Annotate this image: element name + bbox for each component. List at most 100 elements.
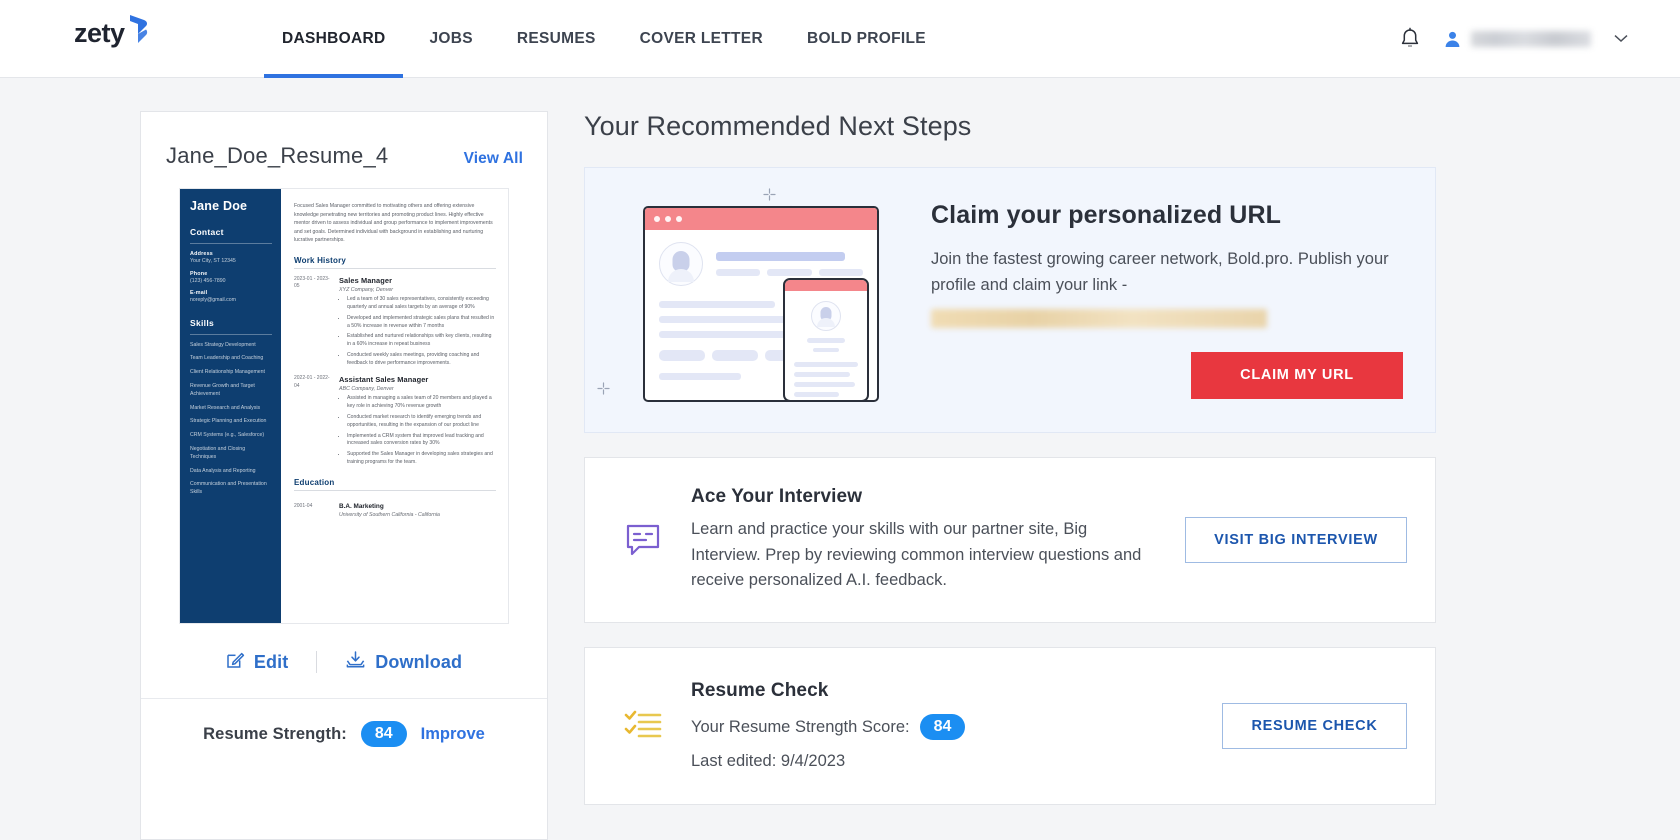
resume-preview-skill: Revenue Growth and Target Achievement (190, 382, 255, 397)
edit-label: Edit (253, 651, 289, 672)
page-title: Your Recommended Next Steps (584, 111, 972, 141)
window-dot (654, 216, 660, 222)
interview-paragraph: Learn and practice your skills with our … (691, 520, 1142, 590)
resume-preview-skill: Data Analysis and Reporting (190, 467, 256, 474)
job-dates: 2023-01 - 2023-05 (294, 275, 330, 290)
pencil-edit-icon (226, 650, 245, 674)
profile-avatar-mock (811, 301, 841, 331)
resume-check-content: Resume Check Your Resume Strength Score:… (671, 680, 1222, 771)
user-avatar-icon (1443, 30, 1462, 49)
resume-summary-card: Jane_Doe_Resume_4 View All Jane Doe Cont… (140, 111, 548, 840)
job-bullet: Supported the Sales Manager in developin… (347, 451, 496, 467)
resume-preview-address-value: Your City, ST 12345 (190, 258, 236, 264)
resume-preview-job: 2023-01 - 2023-05 Sales Manager XYZ Comp… (294, 276, 496, 368)
mock-line (659, 301, 776, 308)
bell-icon[interactable] (1399, 27, 1421, 51)
nav-item-dashboard[interactable]: DASHBOARD (263, 0, 404, 78)
education-degree: B.A. Marketing (339, 503, 384, 511)
divider (294, 267, 496, 269)
zety-logo[interactable]: zety (74, 15, 150, 50)
education-dates: 2001-04 (294, 503, 313, 510)
resume-check-score-row: Your Resume Strength Score: 84 (691, 714, 1202, 741)
resume-preview-name: Jane Doe (190, 199, 248, 213)
action-divider (316, 651, 318, 673)
resume-check-card: Resume Check Your Resume Strength Score:… (584, 646, 1436, 805)
view-all-link[interactable]: View All (464, 150, 523, 168)
resume-preview-skill: Team Leadership and Coaching (190, 355, 264, 362)
resume-check-heading: Resume Check (691, 680, 829, 702)
logo-text: zety (74, 18, 125, 48)
improve-link[interactable]: Improve (421, 725, 485, 744)
resume-card-actions: Edit Download (141, 624, 547, 698)
resume-preview-skill: Strategic Planning and Execution (190, 418, 267, 425)
resume-preview-skill: Client Relationship Management (190, 369, 265, 376)
divider (294, 490, 496, 492)
resume-preview-phone-value: (123) 456-7890 (190, 277, 226, 284)
job-title: Sales Manager (339, 275, 393, 285)
claim-my-url-button[interactable]: CLAIM MY URL (1191, 351, 1403, 399)
phone-titlebar (785, 280, 867, 291)
download-icon (345, 650, 366, 674)
divider (190, 333, 272, 335)
mock-line (659, 373, 741, 380)
resume-preview-skill: Sales Strategy Development (190, 341, 256, 348)
resume-preview-work-heading: Work History (294, 255, 347, 265)
edit-button[interactable]: Edit (226, 650, 288, 674)
job-bullets: Led a team of 30 sales representatives, … (347, 296, 496, 368)
job-bullet: Developed and implemented strategic sale… (347, 315, 496, 331)
claim-url-content: Claim your personalized URL Join the fas… (895, 201, 1409, 399)
resume-check-score-badge: 84 (919, 714, 966, 741)
job-bullet: Assisted in managing a sales team of 20 … (347, 395, 496, 411)
job-company: ABC Company, Denver (339, 386, 394, 393)
dashboard-page: zety DASHBOARD JOBS RESUMES COVER LETTER… (0, 0, 1680, 840)
nav-item-resumes[interactable]: RESUMES (517, 0, 596, 78)
job-bullet: Implemented a CRM system that improved l… (347, 433, 496, 449)
mock-line (659, 331, 796, 338)
job-company: XYZ Company, Denver (339, 286, 394, 293)
resume-check-last-edited: Last edited: 9/4/2023 (691, 752, 846, 771)
claim-url-link-redacted (931, 308, 1267, 328)
resume-preview-job: 2022-01 - 2022-04 Assistant Sales Manage… (294, 375, 496, 467)
chat-bubble-icon (615, 520, 671, 560)
claim-url-heading: Claim your personalized URL (931, 201, 1281, 230)
resume-check-button[interactable]: RESUME CHECK (1222, 702, 1407, 749)
job-bullet: Established and nurtured relationships w… (347, 333, 496, 349)
resume-thumbnail[interactable]: Jane Doe Contact Address Your City, ST 1… (179, 188, 509, 624)
chevron-down-icon[interactable] (1614, 30, 1628, 48)
resume-preview-contact-heading: Contact (190, 227, 224, 237)
job-bullet: Conducted market research to identify em… (347, 414, 496, 430)
claim-url-paragraph: Join the fastest growing career network,… (931, 250, 1389, 294)
sparkle-icon (597, 382, 610, 400)
download-button[interactable]: Download (345, 650, 462, 674)
resume-strength-score-badge: 84 (360, 721, 407, 747)
phone-window-mock (783, 278, 869, 402)
logo-flag-icon (126, 13, 150, 50)
visit-big-interview-button[interactable]: VISIT BIG INTERVIEW (1185, 516, 1407, 563)
resume-preview-skills-heading: Skills (190, 317, 215, 328)
download-label: Download (375, 651, 463, 672)
ace-your-interview-card: Ace Your Interview Learn and practice yo… (584, 457, 1436, 623)
job-dates: 2022-01 - 2022-04 (294, 375, 330, 389)
resume-thumb-body: Focused Sales Manager committed to motiv… (281, 189, 508, 623)
resume-preview-email-label: E-mail (190, 290, 208, 297)
nav-item-cover-letter[interactable]: COVER LETTER (640, 0, 763, 78)
checklist-icon (615, 706, 671, 746)
main-nav: DASHBOARD JOBS RESUMES COVER LETTER BOLD… (263, 0, 926, 78)
job-bullet: Led a team of 30 sales representatives, … (347, 296, 496, 312)
nav-item-bold-profile[interactable]: BOLD PROFILE (807, 0, 926, 78)
recommended-next-steps: Your Recommended Next Steps Claim your p… (584, 111, 1436, 805)
resume-card-header: Jane_Doe_Resume_4 View All (141, 112, 547, 169)
resume-strength-row: Resume Strength: 84 Improve (141, 698, 547, 773)
job-bullets: Assisted in managing a sales team of 20 … (347, 395, 496, 467)
resume-thumb-sidebar: Jane Doe Contact Address Your City, ST 1… (180, 189, 281, 623)
resume-preview-skill: Market Research and Analysis (190, 404, 261, 411)
resume-preview-education-heading: Education (294, 478, 335, 488)
job-title: Assistant Sales Manager (339, 375, 429, 385)
divider (190, 243, 272, 244)
education-school: University of Southern California - Cali… (339, 512, 440, 519)
account-menu[interactable] (1443, 30, 1628, 49)
nav-item-jobs[interactable]: JOBS (429, 0, 472, 78)
claim-url-card: Claim your personalized URL Join the fas… (584, 167, 1436, 433)
header-actions (1399, 0, 1628, 78)
sparkle-icon (763, 188, 776, 206)
